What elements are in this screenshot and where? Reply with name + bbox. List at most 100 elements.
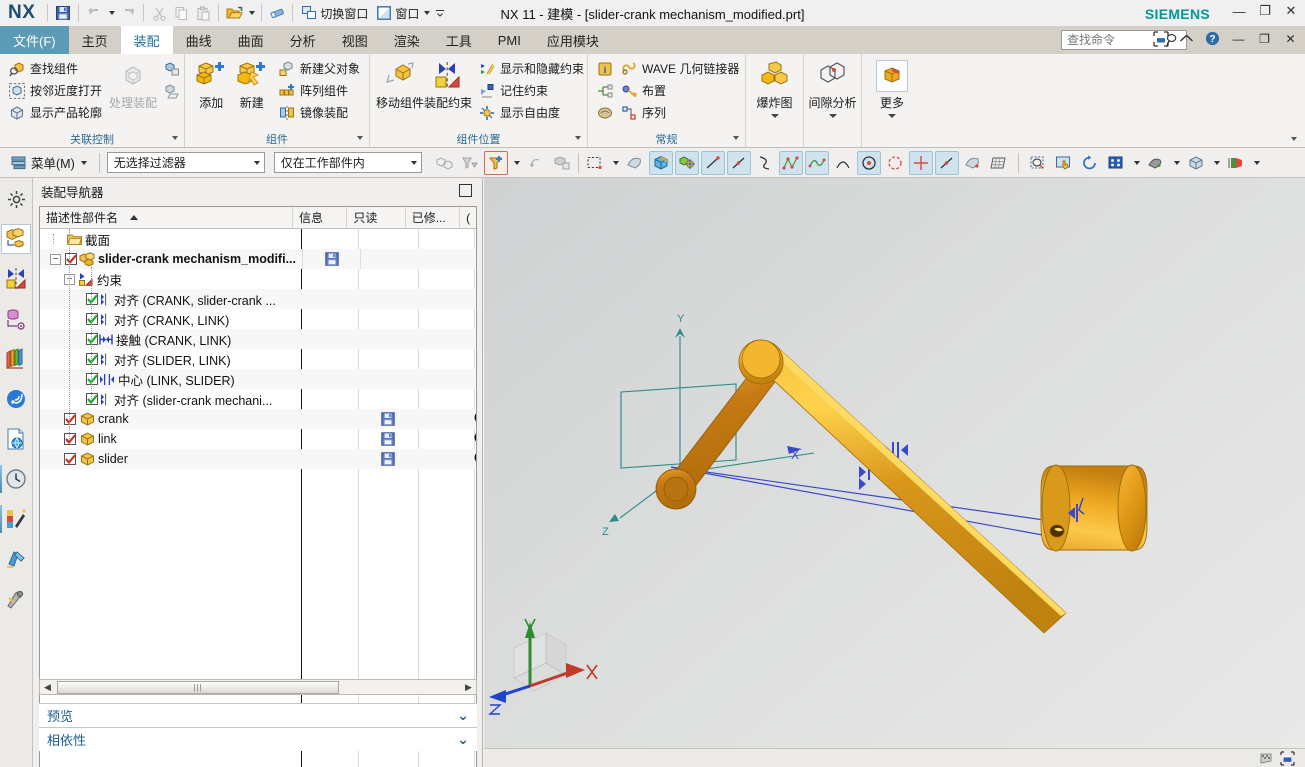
chevron-down-icon[interactable] (80, 160, 87, 165)
find-component-button[interactable]: 查找组件 (6, 58, 105, 79)
ribbon-minimize-icon[interactable]: — (1230, 30, 1247, 47)
add-component-button[interactable]: 添加 (191, 58, 231, 111)
show-dof-button[interactable]: 显示自由度 (476, 102, 587, 123)
scope-filter-combo[interactable]: 仅在工作部件内 (273, 152, 422, 173)
visibility-checkbox[interactable] (86, 393, 98, 405)
visibility-checkbox[interactable] (86, 373, 98, 385)
scroll-right-icon[interactable]: ▶ (461, 680, 476, 694)
view-orientation-icon[interactable] (1184, 151, 1208, 175)
checker-icon[interactable] (1259, 751, 1274, 766)
open-by-proximity-button[interactable]: 按邻近度打开 (6, 80, 105, 101)
group-expand-icon[interactable] (172, 136, 178, 140)
eraser-icon[interactable] (266, 2, 288, 24)
tree-horizontal-scrollbar[interactable]: ◀ ||| ▶ (39, 679, 477, 695)
sidebar-item-part-navigator[interactable] (1, 304, 31, 334)
table-row[interactable]: 接触 (CRANK, LINK) (40, 329, 476, 349)
sidebar-item-web-browser[interactable] (1, 424, 31, 454)
visibility-checkbox[interactable] (65, 253, 77, 265)
tab-home[interactable]: 主页 (69, 26, 121, 54)
color-display-icon[interactable] (1224, 151, 1248, 175)
chevron-down-icon[interactable] (770, 114, 779, 118)
tab-tools[interactable]: 工具 (433, 26, 485, 54)
scroll-thumb[interactable]: ||| (57, 680, 339, 694)
chevron-down-icon[interactable] (828, 114, 837, 118)
explode-view-button[interactable]: 爆炸图 (752, 58, 797, 118)
window-button[interactable]: 窗口 (372, 2, 434, 24)
column-header-info[interactable]: 信息 (293, 207, 348, 228)
table-row[interactable]: − 约束 (40, 269, 476, 289)
circle-center-icon[interactable] (856, 150, 881, 175)
fullscreen-icon[interactable] (1152, 30, 1169, 47)
table-row[interactable]: 对齐 (CRANK, LINK) (40, 309, 476, 329)
pattern-component-button[interactable]: 阵列组件 (276, 80, 363, 101)
model-canvas[interactable]: Y Z X (484, 178, 1305, 748)
minimize-button[interactable]: — (1231, 3, 1247, 19)
shaded-with-edges-icon[interactable] (648, 150, 673, 175)
pan-icon[interactable] (1052, 151, 1076, 175)
column-header-readonly[interactable]: 只读 (347, 207, 406, 228)
undo-dropdown-icon[interactable] (105, 2, 117, 24)
collapse-expander-icon[interactable]: − (50, 253, 61, 265)
ribbon-restore-icon[interactable]: ❐ (1256, 30, 1273, 47)
new-component-button[interactable]: 新建 (231, 58, 271, 111)
table-row[interactable]: slider (40, 449, 476, 469)
tab-render[interactable]: 渲染 (381, 26, 433, 54)
new-parent-button[interactable]: 新建父对象 (276, 58, 363, 79)
chevron-down-icon[interactable] (888, 114, 896, 118)
process-assembly-button[interactable]: 处理装配 (109, 58, 157, 111)
table-row[interactable]: link (40, 429, 476, 449)
assembly-constraint-button[interactable]: 装配约束 (424, 58, 472, 111)
move-component-button[interactable]: 移动组件 (376, 58, 424, 111)
snap-settings-icon[interactable] (550, 151, 574, 175)
line-endpoint-icon[interactable] (726, 150, 751, 175)
table-row[interactable]: 对齐 (SLIDER, LINK) (40, 349, 476, 369)
table-row[interactable]: 截面 (40, 229, 476, 249)
link-part[interactable] (738, 339, 1067, 634)
cut-icon[interactable] (148, 2, 170, 24)
arrangement-link-button[interactable] (594, 80, 616, 101)
tab-application[interactable]: 应用模块 (534, 26, 612, 54)
wave-info-button[interactable]: i (594, 58, 616, 79)
visibility-checkbox[interactable] (64, 433, 76, 445)
restore-button[interactable]: ❐ (1257, 3, 1273, 19)
tab-curve[interactable]: 曲线 (173, 26, 225, 54)
view-dropdown-icon[interactable] (1210, 151, 1222, 175)
circle-quadrant-icon[interactable] (883, 151, 907, 175)
preview-panel-header[interactable]: 预览 ⌄ (39, 703, 477, 727)
sidebar-item-process-studio[interactable] (0, 504, 31, 534)
table-row[interactable]: crank (40, 409, 476, 429)
select-mode-dropdown-icon[interactable] (609, 151, 621, 175)
point-on-curve-icon[interactable] (831, 151, 855, 175)
ribbon-options-icon[interactable] (1291, 137, 1297, 141)
sidebar-item-roles[interactable] (1, 544, 31, 574)
fit-dropdown-icon[interactable] (1130, 151, 1142, 175)
rectangle-select-icon[interactable] (583, 151, 607, 175)
save-icon[interactable] (52, 2, 74, 24)
selection-filter-combo[interactable]: 无选择过滤器 (106, 152, 265, 173)
arrangement-button[interactable]: 布置 (618, 80, 742, 101)
dependency-panel-header[interactable]: 相依性 ⌄ (39, 727, 477, 751)
open-icon[interactable] (223, 2, 245, 24)
line-icon[interactable] (700, 150, 725, 175)
snap-point-icon[interactable] (524, 151, 548, 175)
table-row[interactable]: 对齐 (CRANK, slider-crank ... (40, 289, 476, 309)
visibility-checkbox[interactable] (86, 293, 98, 305)
shaded-preview-icon[interactable] (623, 151, 647, 175)
assembly-open-button[interactable] (161, 80, 183, 102)
sidebar-item-constraint-navigator[interactable] (1, 264, 31, 294)
help-icon[interactable]: ? (1204, 30, 1221, 47)
filter-dropdown-icon[interactable] (510, 151, 522, 175)
show-hide-constraints-button[interactable]: 显示和隐藏约束 (476, 58, 587, 79)
copy-icon[interactable] (170, 2, 192, 24)
redo-icon[interactable] (117, 2, 139, 24)
show-product-outline-button[interactable]: 显示产品轮廓 (6, 102, 105, 123)
visibility-checkbox[interactable] (64, 413, 76, 425)
spline-icon[interactable] (753, 151, 777, 175)
chevron-down-icon[interactable]: ⌄ (457, 731, 469, 748)
group-expand-icon[interactable] (733, 136, 739, 140)
more-button[interactable]: 更多 (868, 58, 916, 118)
tab-analysis[interactable]: 分析 (277, 26, 329, 54)
mirror-assembly-button[interactable]: 镜像装配 (276, 102, 363, 123)
chevron-down-icon[interactable]: ⌄ (457, 707, 469, 724)
midpoint-icon[interactable] (934, 150, 959, 175)
